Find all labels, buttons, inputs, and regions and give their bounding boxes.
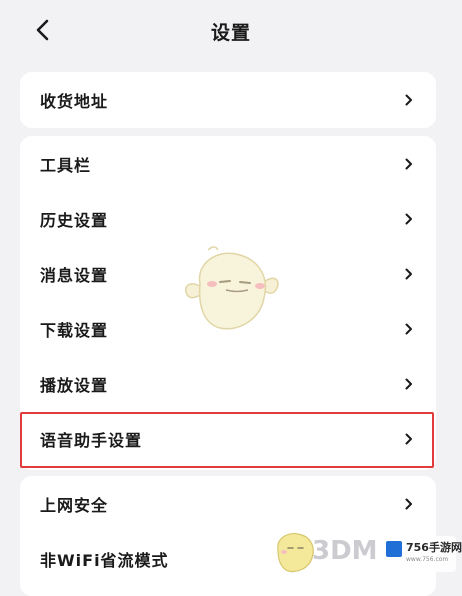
settings-item-label: 收货地址 [40,91,109,111]
chevron-right-icon [404,322,414,336]
chevron-right-icon [404,432,414,446]
settings-item-shipping-address[interactable]: 收货地址 [20,72,436,127]
chevron-right-icon [404,497,414,511]
settings-item-label: 工具栏 [40,155,92,175]
watermark-logo-icon [386,541,402,557]
watermark-brand-sub: www.756.com [406,556,449,563]
settings-item-label: 下载设置 [40,320,109,340]
settings-item-history[interactable]: 历史设置 [20,191,436,246]
chevron-right-icon [404,377,414,391]
top-bar: 设置 [0,0,462,64]
settings-item-label: 上网安全 [40,495,109,515]
settings-item-playback[interactable]: 播放设置 [20,356,436,411]
settings-item-label: 语音助手设置 [40,430,143,450]
mascot-watermark [184,246,279,330]
settings-item-label: 播放设置 [40,375,109,395]
chevron-right-icon [404,93,414,107]
watermark-brand: 756手游网 [406,541,462,554]
watermark-3dm: 3DM [312,536,378,566]
chevron-right-icon [404,212,414,226]
page-title: 设置 [210,22,251,44]
watermark-badge: 756手游网 www.756.com [382,536,462,572]
settings-item-label: 历史设置 [40,210,109,230]
settings-item-voice-assistant[interactable]: 语音助手设置 [20,411,436,466]
chevron-right-icon [404,157,414,171]
settings-item-label: 非WiFi省流模式 [40,550,169,570]
settings-item-label: 消息设置 [40,265,109,285]
settings-item-internet-security[interactable]: 上网安全 [20,476,436,531]
settings-item-toolbar[interactable]: 工具栏 [20,136,436,191]
chevron-right-icon [404,267,414,281]
settings-card-address: 收货地址 [20,72,436,128]
